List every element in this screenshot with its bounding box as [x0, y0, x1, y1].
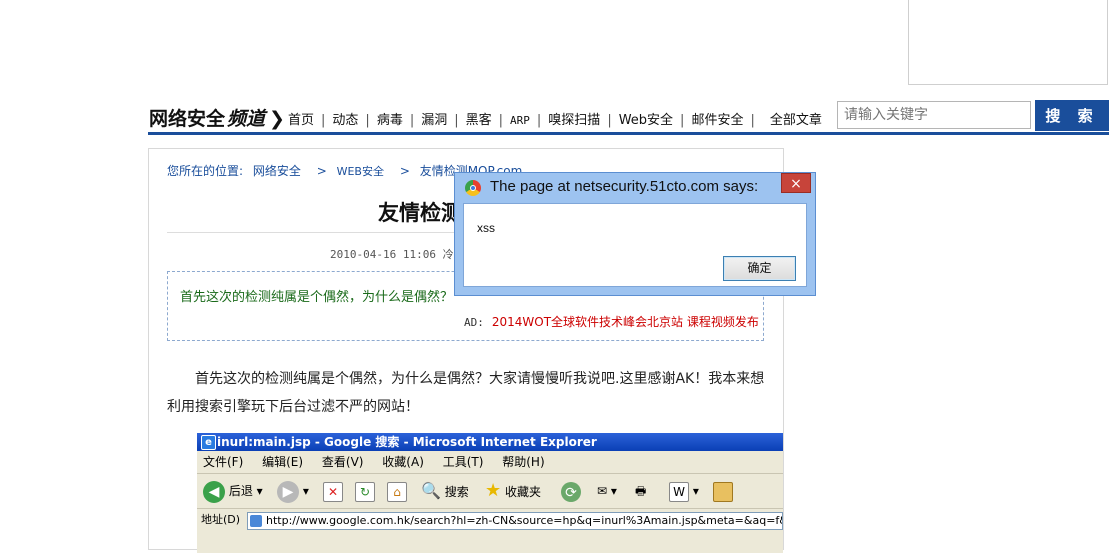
ie-screenshot-image: e inurl:main.jsp - Google 搜索 - Microsoft… — [197, 433, 783, 553]
star-icon: ★ — [485, 480, 502, 501]
ie-search: 🔍 搜索 — [421, 480, 469, 503]
mail-icon: ✉ ▾ — [597, 484, 617, 498]
edit-icon: W ▾ — [669, 480, 699, 502]
ie-favorites: ★ 收藏夹 — [485, 480, 541, 503]
search-input[interactable] — [837, 101, 1031, 129]
ie-toolbar: ◀ 后退 ▾ ▶ ▾ ✕ ↻ ⌂ 🔍 搜索 ★ 收藏夹 ⟳ ✉ ▾ 🖶 W ▾ — [197, 474, 783, 509]
ad-link[interactable]: 2014WOT全球软件技术峰会北京站 课程视频发布 — [492, 315, 759, 329]
folder-icon — [713, 480, 733, 502]
nav-separator: | — [321, 113, 326, 128]
breadcrumb-label: 您所在的位置: — [167, 164, 244, 178]
nav-link-web-security[interactable]: Web安全 — [619, 113, 673, 128]
top-ad-placeholder — [908, 0, 1108, 85]
article-meta: 2010-04-16 11:06 冷月 — [330, 248, 465, 261]
ie-favorites-label: 收藏夹 — [504, 485, 541, 499]
ie-menu-help: 帮助(H) — [502, 455, 545, 469]
ie-back: ◀ 后退 ▾ — [203, 480, 263, 503]
nav-underline — [148, 132, 1109, 135]
nav-separator: | — [409, 113, 415, 128]
nav-separator: | — [607, 113, 612, 128]
channel-title-main: 网络安全 — [149, 108, 226, 130]
dialog-message: xss — [477, 221, 495, 235]
ie-addressbar: 地址(D) http://www.google.com.hk/search?hl… — [197, 509, 783, 531]
ie-titlebar: e inurl:main.jsp - Google 搜索 - Microsoft… — [197, 433, 783, 451]
dialog-title: The page at netsecurity.51cto.com says: — [490, 178, 759, 195]
nav-link-arp[interactable]: ARP — [510, 114, 530, 127]
ie-address-value: http://www.google.com.hk/search?hl=zh-CN… — [266, 514, 782, 527]
breadcrumb-separator: > — [399, 164, 410, 178]
summary-text: 首先这次的检测纯属是个偶然，为什么是偶然？ — [180, 290, 454, 305]
nav-separator: | — [498, 113, 504, 128]
nav-link-mail-security[interactable]: 邮件安全 — [691, 113, 743, 128]
search-button[interactable]: 搜 索 — [1035, 100, 1109, 131]
back-arrow-icon: ◀ — [203, 480, 225, 503]
breadcrumb-separator: > — [316, 164, 327, 178]
ie-address-field: http://www.google.com.hk/search?hl=zh-CN… — [247, 512, 783, 530]
ie-title: inurl:main.jsp - Google 搜索 - Microsoft I… — [217, 435, 597, 449]
forward-arrow-icon: ▶ — [277, 480, 299, 503]
ad-line: AD: 2014WOT全球软件技术峰会北京站 课程视频发布 — [464, 313, 759, 330]
article-title: 友情检测 — [378, 201, 462, 225]
ad-label: AD: — [464, 316, 484, 329]
nav-separator: | — [750, 113, 755, 128]
nav-link-hacker[interactable]: 黑客 — [466, 113, 492, 128]
ie-menu-file: 文件(F) — [203, 455, 244, 469]
ie-menu-tools: 工具(T) — [442, 455, 484, 469]
ie-menu-favorites: 收藏(A) — [382, 455, 424, 469]
nav-separator: | — [365, 113, 370, 128]
nav-separator: | — [680, 113, 685, 128]
refresh-icon: ↻ — [355, 480, 375, 502]
ie-forward: ▶ ▾ — [277, 480, 309, 503]
ie-address-label: 地址(D) — [201, 513, 241, 526]
ie-search-label: 搜索 — [444, 485, 469, 499]
print-icon: 🖶 — [635, 484, 647, 498]
dialog-close-button[interactable]: × — [781, 173, 811, 193]
nav-link-virus[interactable]: 病毒 — [377, 113, 403, 128]
magnifier-icon: 🔍 — [421, 481, 441, 500]
ie-menu-view: 查看(V) — [321, 455, 364, 469]
channel-title-sub: 频道 — [227, 108, 266, 130]
nav-link-home[interactable]: 首页 — [288, 113, 314, 128]
history-icon: ⟳ — [561, 480, 581, 502]
ie-app-icon: e — [201, 435, 216, 450]
stop-icon: ✕ — [323, 480, 343, 502]
nav-link-all-articles[interactable]: 全部文章 — [770, 113, 822, 128]
ie-menu-edit: 编辑(E) — [262, 455, 304, 469]
nav-links: 首页 | 动态 | 病毒 | 漏洞 | 黑客 | ARP | 嗅探扫描 | Web安全 | 邮件安全 | 全部文章 — [288, 109, 822, 128]
ie-back-label: 后退 — [228, 484, 253, 498]
page-icon — [250, 515, 262, 527]
article-body: 首先这次的检测纯属是个偶然，为什么是偶然？大家请慢慢听我说吧.这里感谢AK！我本… — [167, 371, 765, 415]
dialog-body: xss 确定 — [463, 203, 807, 287]
nav-link-vulnerability[interactable]: 漏洞 — [421, 113, 447, 128]
nav-link-sniff-scan[interactable]: 嗅探扫描 — [548, 113, 600, 128]
dialog-ok-button[interactable]: 确定 — [723, 256, 796, 281]
chrome-icon — [465, 180, 481, 196]
nav-link-news[interactable]: 动态 — [332, 113, 358, 128]
ie-menubar: 文件(F) 编辑(E) 查看(V) 收藏(A) 工具(T) 帮助(H) — [197, 451, 783, 474]
nav-separator: | — [454, 113, 459, 128]
breadcrumb-item-web-security[interactable]: WEB安全 — [337, 165, 384, 178]
home-icon: ⌂ — [387, 480, 407, 502]
nav-separator: | — [536, 113, 542, 128]
breadcrumb-item-network-security[interactable]: 网络安全 — [253, 164, 301, 178]
channel-title[interactable]: 网络安全 频道 ❯ — [149, 104, 285, 131]
alert-dialog: The page at netsecurity.51cto.com says: … — [454, 172, 816, 296]
chevron-right-icon: ❯ — [269, 108, 285, 130]
